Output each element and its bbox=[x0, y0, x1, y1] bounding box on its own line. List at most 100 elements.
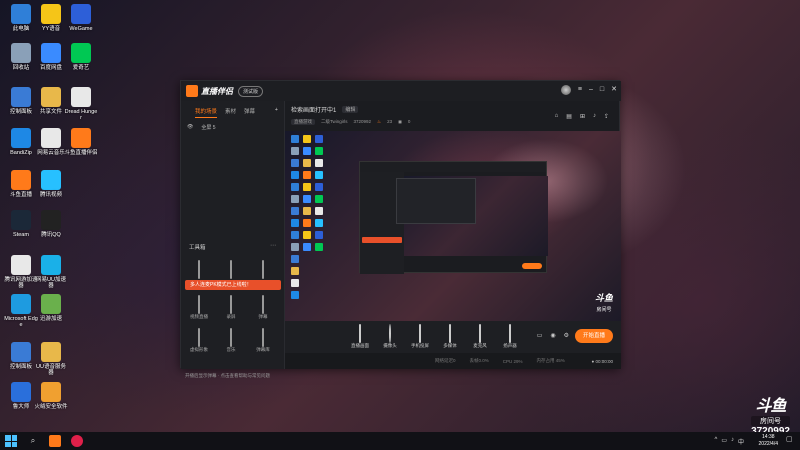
douyu-taskbar-icon[interactable] bbox=[49, 435, 61, 447]
category-badge[interactable]: 直播游戏 bbox=[291, 119, 315, 125]
desktop-icon-label: 网易UU加速器 bbox=[36, 277, 66, 289]
speaker-button[interactable]: 扬声器 bbox=[495, 324, 525, 349]
douyu-icon bbox=[71, 128, 91, 148]
volume-icon[interactable]: ♪ bbox=[731, 437, 734, 446]
more-icon[interactable]: ⋯ bbox=[270, 242, 276, 249]
preview-desktop-icon bbox=[303, 231, 311, 239]
desktop-icon[interactable]: 共享文件 bbox=[34, 87, 68, 115]
desktop-icon-label: 腾讯网游加速器 bbox=[4, 277, 38, 289]
notification-tip[interactable]: 多人连麦PK模式已上线啦！ bbox=[185, 280, 281, 290]
computer-icon bbox=[11, 4, 31, 24]
desktop-icon[interactable]: 腾讯QQ bbox=[34, 210, 68, 238]
tool-video[interactable]: 视频直播 bbox=[187, 295, 211, 320]
start-live-button[interactable]: 开始直播 bbox=[575, 329, 613, 343]
menu-icon[interactable]: ≡ bbox=[578, 85, 582, 95]
notification-icon[interactable]: ▢ bbox=[786, 435, 796, 447]
desktop-icon-label: 鲁大师 bbox=[12, 404, 30, 410]
camera-icon bbox=[389, 324, 391, 343]
desktop-icon[interactable]: 腾讯网游加速器 bbox=[4, 255, 38, 289]
edit-button[interactable]: 编辑 bbox=[342, 106, 359, 113]
tab-scenes[interactable]: 我的场景 bbox=[195, 107, 218, 118]
yy-icon bbox=[41, 4, 61, 24]
preview-desktop-icon bbox=[291, 279, 299, 287]
desktop-icon[interactable]: Microsoft Edge bbox=[4, 294, 38, 328]
desktop-icon[interactable]: BandiZip bbox=[4, 128, 38, 156]
desktop-icon[interactable]: 斗鱼直播 bbox=[4, 170, 38, 198]
mic-button[interactable]: 麦克风 bbox=[465, 324, 495, 349]
language-icon[interactable]: 中 bbox=[738, 437, 744, 446]
desktop-icon[interactable]: 百度网盘 bbox=[34, 43, 68, 71]
tool-danmaku-lib[interactable]: 弹幕库 bbox=[251, 328, 275, 353]
tool-avatar[interactable]: 虚拟形象 bbox=[187, 328, 211, 353]
folder-icon bbox=[41, 87, 61, 107]
camera-button[interactable]: 摄像头 bbox=[375, 324, 405, 349]
maximize-button[interactable]: □ bbox=[600, 85, 604, 95]
video-toggle-icon[interactable]: ▭ bbox=[537, 332, 543, 339]
xunyou-icon bbox=[41, 294, 61, 314]
settings-icon[interactable]: ⚙ bbox=[564, 332, 569, 339]
tool-danmaku[interactable]: 弹幕 bbox=[251, 295, 275, 320]
avatar-icon bbox=[198, 328, 200, 347]
bell-icon[interactable]: ♪ bbox=[593, 113, 596, 120]
desktop-icon[interactable]: YY语音 bbox=[34, 4, 68, 32]
phone-cast-button[interactable]: 手机投屏 bbox=[405, 324, 435, 349]
ludashi-icon bbox=[11, 382, 31, 402]
desktop-icon[interactable]: 鲁大师 bbox=[4, 382, 38, 410]
app-window: 直播伴侣 测试版 ≡ – □ ✕ 我的场景 素材 弹幕 + 👁 全屏 5 工具箱… bbox=[180, 80, 621, 378]
iqiyi-icon bbox=[71, 43, 91, 63]
minimize-button[interactable]: – bbox=[589, 85, 593, 95]
tool-gift[interactable] bbox=[251, 260, 275, 279]
search-icon[interactable]: ⌕ bbox=[27, 435, 39, 447]
desktop-icon[interactable]: 控制面板 bbox=[4, 342, 38, 370]
desktop-icon[interactable]: Dread Hunger bbox=[64, 87, 98, 121]
live-preview[interactable]: 斗鱼 房间号 bbox=[285, 131, 621, 321]
desktop-icon[interactable]: 爱奇艺 bbox=[64, 43, 98, 71]
screen-capture-button[interactable]: 直播画面 bbox=[345, 324, 375, 349]
preview-desktop-icon bbox=[303, 219, 311, 227]
desktop-icon[interactable]: 网易云音乐 bbox=[34, 128, 68, 156]
desktop-icon[interactable]: UU语音服务器 bbox=[34, 342, 68, 376]
desktop-icon[interactable]: 控制面板 bbox=[4, 87, 38, 115]
desktop-icon[interactable]: 腾讯视频 bbox=[34, 170, 68, 198]
live-time: 00:00:00 bbox=[595, 358, 613, 364]
desktop-icon[interactable]: 迅游加速 bbox=[34, 294, 68, 322]
network-icon[interactable]: ▭ bbox=[721, 437, 727, 446]
eye-icon[interactable]: 👁 bbox=[187, 124, 193, 131]
desktop-icon[interactable]: 火绒安全软件 bbox=[34, 382, 68, 410]
version-badge: 测试版 bbox=[238, 85, 264, 97]
folder-icon bbox=[41, 342, 61, 362]
avatar[interactable] bbox=[560, 85, 571, 95]
preview-desktop-icon bbox=[315, 135, 323, 143]
room-title[interactable]: 检索画面打开中1 bbox=[291, 105, 336, 114]
tool-record[interactable]: 录屏 bbox=[219, 295, 243, 320]
desktop-icon[interactable]: 网易UU加速器 bbox=[34, 255, 68, 289]
share-icon[interactable]: ⇪ bbox=[604, 113, 609, 120]
preview-desktop-icon bbox=[315, 207, 323, 215]
rank-icon[interactable]: ▤ bbox=[566, 113, 572, 120]
record-icon bbox=[230, 295, 232, 314]
add-scene-icon[interactable]: + bbox=[275, 107, 278, 118]
desktop-icon[interactable]: 此电脑 bbox=[4, 4, 38, 32]
preview-desktop-icon bbox=[303, 147, 311, 155]
desktop-icon[interactable]: WeGame bbox=[64, 4, 98, 32]
chevron-up-icon[interactable]: ^ bbox=[714, 437, 717, 446]
gift-box-icon[interactable]: ⌂ bbox=[555, 113, 559, 120]
app-taskbar-icon[interactable] bbox=[71, 435, 83, 447]
start-button[interactable] bbox=[5, 435, 17, 447]
desktop-icon[interactable]: 回收站 bbox=[4, 43, 38, 71]
preview-desktop-icon bbox=[303, 207, 311, 215]
desktop-icon[interactable]: 斗鱼直播伴侣 bbox=[64, 128, 98, 156]
scene-item[interactable]: 👁 全屏 5 bbox=[181, 118, 284, 131]
tab-danmaku[interactable]: 弹幕 bbox=[244, 107, 255, 118]
media-button[interactable]: 多媒体 bbox=[435, 324, 465, 349]
tool-screenshot[interactable] bbox=[187, 260, 211, 279]
clock[interactable]: 14:38 2022/4/4 bbox=[759, 434, 778, 448]
media-icon bbox=[449, 324, 451, 343]
close-button[interactable]: ✕ bbox=[611, 85, 617, 95]
shop-icon[interactable]: ⊞ bbox=[580, 113, 585, 120]
eye-icon[interactable]: ◉ bbox=[550, 332, 555, 339]
tool-task[interactable] bbox=[219, 260, 243, 279]
tab-material[interactable]: 素材 bbox=[225, 107, 236, 118]
desktop-icon[interactable]: Steam bbox=[4, 210, 38, 238]
tool-music[interactable]: 音乐 bbox=[219, 328, 243, 353]
